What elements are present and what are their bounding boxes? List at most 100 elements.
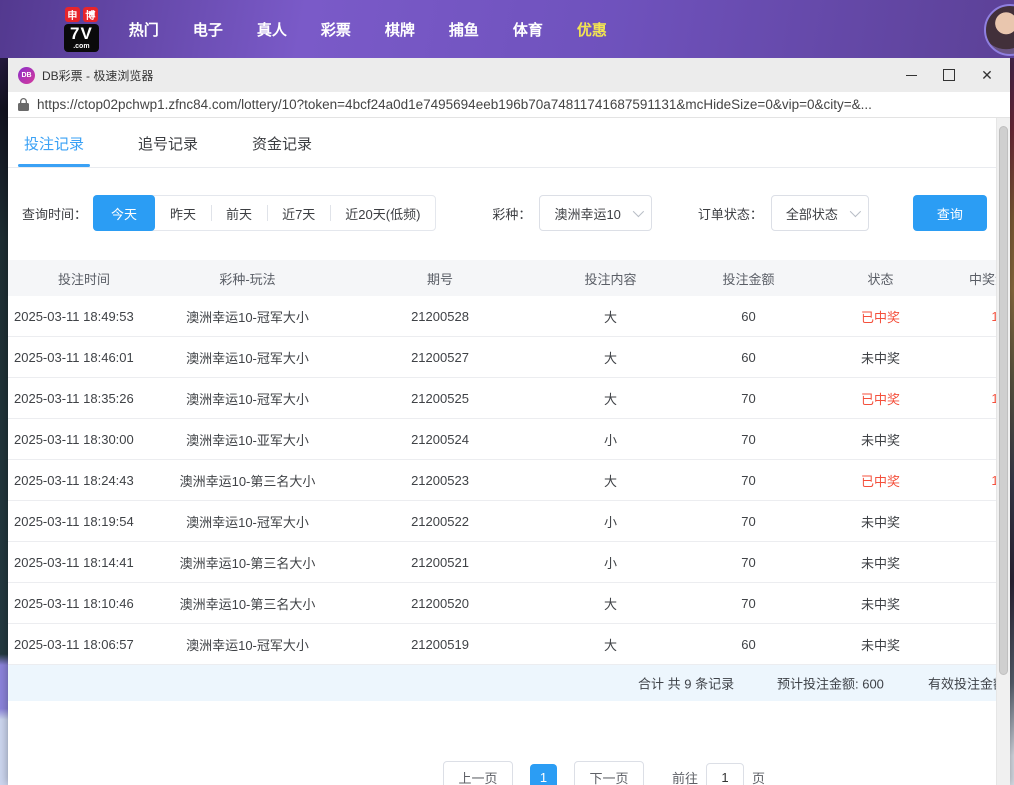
- cell-status: 未中奖: [821, 583, 940, 624]
- tab[interactable]: 追号记录: [134, 133, 202, 167]
- cell-game: 澳洲幸运10-冠军大小: [160, 501, 335, 542]
- table-row: 2025-03-11 18:06:57 澳洲幸运10-冠军大小 21200519…: [8, 624, 1010, 665]
- time-range-option[interactable]: 昨天: [155, 196, 211, 230]
- prev-page-button[interactable]: 上一页: [443, 761, 513, 785]
- cell-bet-time: 2025-03-11 18:06:57: [8, 624, 160, 665]
- cell-bet-time: 2025-03-11 18:19:54: [8, 501, 160, 542]
- cell-amount: 70: [676, 501, 821, 542]
- current-page-button[interactable]: 1: [530, 764, 557, 785]
- cell-bet-time: 2025-03-11 18:49:53: [8, 296, 160, 337]
- cell-content: 大: [545, 296, 676, 337]
- close-button[interactable]: ✕: [968, 58, 1006, 92]
- cell-game: 澳洲幸运10-冠军大小: [160, 624, 335, 665]
- cell-amount: 70: [676, 419, 821, 460]
- order-status-label: 订单状态：: [698, 204, 763, 223]
- record-tabs: 投注记录 追号记录 资金记录: [8, 118, 1010, 168]
- table-row: 2025-03-11 18:35:26 澳洲幸运10-冠军大小 21200525…: [8, 378, 1010, 419]
- cell-issue: 21200521: [335, 542, 545, 583]
- cell-status: 已中奖: [821, 460, 940, 501]
- goto-page-label: 前往: [672, 768, 698, 785]
- cell-bet-time: 2025-03-11 18:30:00: [8, 419, 160, 460]
- filter-bar: 查询时间： 今天昨天前天近7天近20天(低频) 彩种： 澳洲幸运10 订单状态：…: [22, 195, 1010, 231]
- cell-issue: 21200522: [335, 501, 545, 542]
- cell-bet-time: 2025-03-11 18:35:26: [8, 378, 160, 419]
- lock-icon: [18, 98, 29, 111]
- cell-content: 小: [545, 542, 676, 583]
- time-range-option[interactable]: 今天: [93, 195, 155, 231]
- table-header-cell: 投注金额: [676, 260, 821, 296]
- nav-item[interactable]: 捕鱼: [449, 19, 479, 40]
- nav-item[interactable]: 电子: [193, 19, 223, 40]
- cell-game: 澳洲幸运10-第三名大小: [160, 460, 335, 501]
- cell-content: 大: [545, 460, 676, 501]
- time-range-segment: 今天昨天前天近7天近20天(低频): [93, 195, 436, 231]
- page-content: 投注记录 追号记录 资金记录 查询时间： 今天昨天前天近7天近20天(低频) 彩种：…: [8, 118, 1010, 785]
- window-title: DB彩票 - 极速浏览器: [42, 67, 153, 84]
- close-icon: ✕: [981, 68, 993, 82]
- user-avatar[interactable]: [984, 4, 1014, 56]
- cell-amount: 70: [676, 542, 821, 583]
- tab[interactable]: 资金记录: [248, 133, 316, 167]
- background-page-left-edge: [0, 58, 8, 785]
- goto-page-input[interactable]: [706, 763, 744, 785]
- cell-issue: 21200524: [335, 419, 545, 460]
- next-page-button[interactable]: 下一页: [574, 761, 644, 785]
- nav-item[interactable]: 彩票: [321, 19, 351, 40]
- summary-total-records: 合计 共 9 条记录: [638, 674, 734, 693]
- table-row: 2025-03-11 18:24:43 澳洲幸运10-第三名大小 2120052…: [8, 460, 1010, 501]
- logo-suffix: .com: [70, 43, 93, 50]
- summary-expected-amount: 预计投注金额: 600: [777, 674, 884, 693]
- minimize-icon: [906, 75, 917, 76]
- cell-issue: 21200525: [335, 378, 545, 419]
- nav-item[interactable]: 体育: [513, 19, 543, 40]
- cell-amount: 60: [676, 624, 821, 665]
- window-titlebar: DB DB彩票 - 极速浏览器 ✕: [8, 58, 1010, 92]
- url-bar[interactable]: https://ctop02pchwp1.zfnc84.com/lottery/…: [8, 92, 1010, 118]
- cell-issue: 21200528: [335, 296, 545, 337]
- cell-game: 澳洲幸运10-冠军大小: [160, 337, 335, 378]
- page-unit-label: 页: [752, 768, 765, 785]
- minimize-button[interactable]: [892, 58, 930, 92]
- cell-issue: 21200527: [335, 337, 545, 378]
- site-nav: 热门 电子 真人 彩票 棋牌 捕鱼 体育 优惠: [129, 19, 607, 40]
- maximize-button[interactable]: [930, 58, 968, 92]
- lottery-select[interactable]: 澳洲幸运10: [539, 195, 651, 231]
- query-button[interactable]: 查询: [913, 195, 987, 231]
- table-body: 2025-03-11 18:49:53 澳洲幸运10-冠军大小 21200528…: [8, 296, 1010, 665]
- time-range-option[interactable]: 前天: [211, 196, 267, 230]
- scrollbar-thumb[interactable]: [999, 126, 1008, 675]
- cell-content: 大: [545, 378, 676, 419]
- cell-status: 已中奖: [821, 378, 940, 419]
- nav-item[interactable]: 优惠: [577, 19, 607, 40]
- time-range-option[interactable]: 近20天(低频): [330, 196, 435, 230]
- lottery-label: 彩种：: [492, 204, 531, 223]
- cell-content: 大: [545, 583, 676, 624]
- bet-records-table: 投注时间彩种-玩法期号投注内容投注金额状态中奖金额 2025-03-11 18:…: [8, 260, 1010, 665]
- cell-issue: 21200520: [335, 583, 545, 624]
- cell-amount: 60: [676, 337, 821, 378]
- table-header-cell: 彩种-玩法: [160, 260, 335, 296]
- background-page-right-edge: [1010, 58, 1014, 785]
- cell-bet-time: 2025-03-11 18:14:41: [8, 542, 160, 583]
- table-header-cell: 状态: [821, 260, 940, 296]
- cell-bet-time: 2025-03-11 18:46:01: [8, 337, 160, 378]
- cell-game: 澳洲幸运10-第三名大小: [160, 542, 335, 583]
- order-status-select[interactable]: 全部状态: [771, 195, 869, 231]
- site-logo[interactable]: 申 博 7V .com: [64, 7, 99, 52]
- cell-status: 未中奖: [821, 337, 940, 378]
- vertical-scrollbar[interactable]: [996, 118, 1010, 785]
- cell-amount: 70: [676, 583, 821, 624]
- time-range-option[interactable]: 近7天: [267, 196, 330, 230]
- chevron-down-icon: [850, 206, 861, 217]
- logo-badge-shen: 申: [65, 7, 80, 22]
- cell-game: 澳洲幸运10-第三名大小: [160, 583, 335, 624]
- cell-issue: 21200519: [335, 624, 545, 665]
- tab[interactable]: 投注记录: [20, 133, 88, 167]
- nav-item[interactable]: 真人: [257, 19, 287, 40]
- table-row: 2025-03-11 18:46:01 澳洲幸运10-冠军大小 21200527…: [8, 337, 1010, 378]
- nav-item[interactable]: 棋牌: [385, 19, 415, 40]
- url-text: https://ctop02pchwp1.zfnc84.com/lottery/…: [37, 97, 872, 112]
- lottery-select-value: 澳洲幸运10: [554, 204, 620, 223]
- window-app-icon: DB: [18, 67, 35, 84]
- nav-item[interactable]: 热门: [129, 19, 159, 40]
